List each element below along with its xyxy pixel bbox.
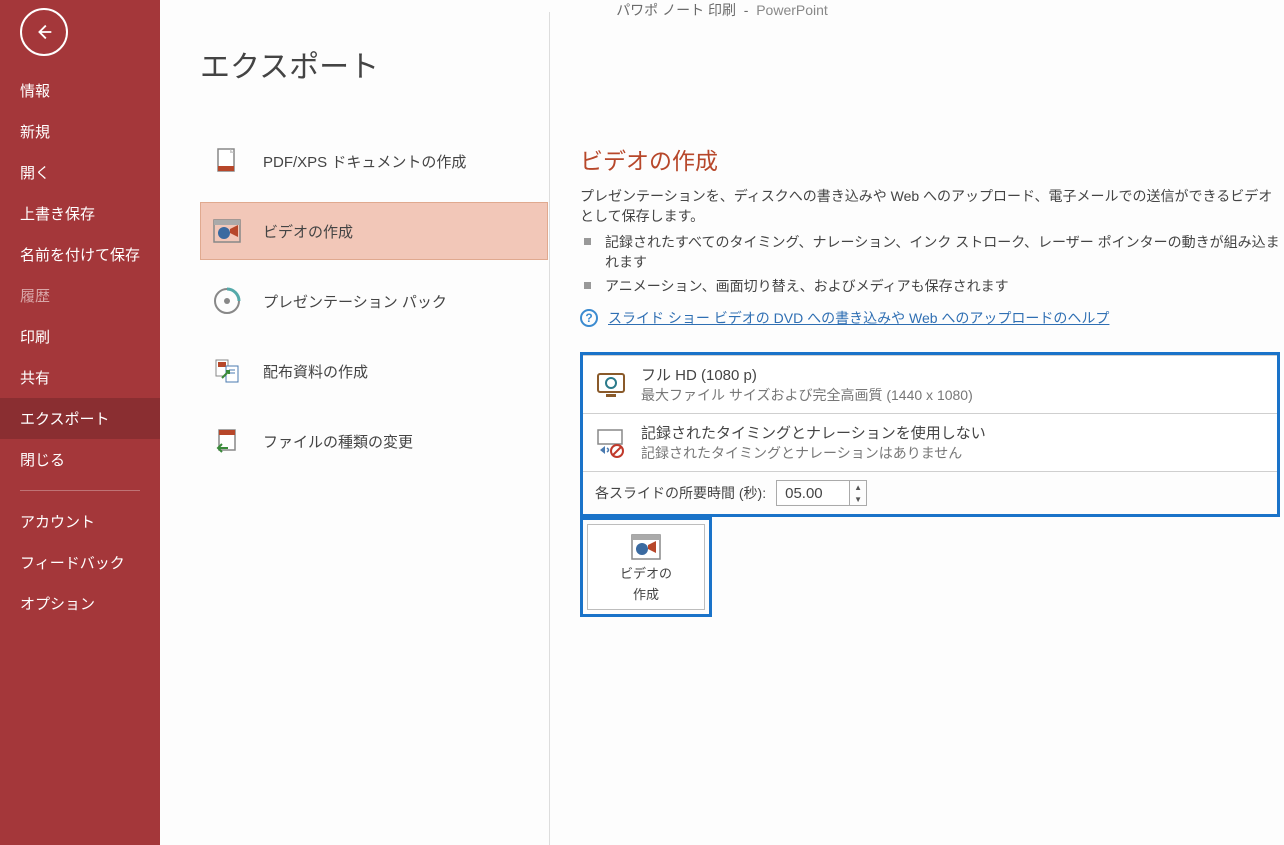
create-video-label-1: ビデオの <box>620 563 672 582</box>
export-option[interactable]: プレゼンテーション パック <box>200 272 548 330</box>
detail-title: ビデオの作成 <box>580 142 1284 176</box>
timing-label: 各スライドの所要時間 (秒): <box>595 483 766 503</box>
title-bar: パワポ ノート 印刷 - PowerPoint <box>160 0 1284 10</box>
quality-subtitle: 最大ファイル サイズおよび完全高画質 (1440 x 1080) <box>641 385 973 405</box>
nav-item[interactable]: オプション <box>0 583 160 624</box>
export-option-label: プレゼンテーション パック <box>263 291 447 312</box>
nav-item: 履歴 <box>0 275 160 316</box>
narration-icon <box>595 427 627 459</box>
help-icon: ? <box>580 309 598 327</box>
bullet-icon <box>584 282 591 289</box>
detail-bullet: 記録されたすべてのタイミング、ナレーション、インク ストローク、レーザー ポイン… <box>584 232 1284 272</box>
video-file-icon <box>628 533 664 561</box>
create-video-highlight: ビデオの 作成 <box>580 517 712 617</box>
export-options-column: エクスポート PDF/XPS ドキュメントの作成ビデオの作成プレゼンテーション … <box>160 12 550 845</box>
nav-item[interactable]: 共有 <box>0 357 160 398</box>
cd-icon <box>211 285 243 317</box>
handout-icon <box>211 355 243 387</box>
nav-item[interactable]: 印刷 <box>0 316 160 357</box>
export-option[interactable]: ビデオの作成 <box>200 202 548 260</box>
monitor-icon <box>595 369 627 401</box>
nav-item[interactable]: 開く <box>0 152 160 193</box>
nav-item[interactable]: フィードバック <box>0 542 160 583</box>
narration-title: 記録されたタイミングとナレーションを使用しない <box>641 422 986 443</box>
export-option[interactable]: ファイルの種類の変更 <box>200 412 548 470</box>
video-icon <box>211 215 243 247</box>
export-option-label: 配布資料の作成 <box>263 361 368 382</box>
pdf-icon <box>211 145 243 177</box>
nav-item[interactable]: アカウント <box>0 501 160 542</box>
filetype-icon <box>211 425 243 457</box>
timing-spinner[interactable]: ▲ ▼ <box>776 480 867 506</box>
export-option-label: ビデオの作成 <box>263 221 353 242</box>
nav-item[interactable]: 名前を付けて保存 <box>0 234 160 275</box>
detail-panel: ビデオの作成 プレゼンテーションを、ディスクへの書き込みや Web へのアップロ… <box>550 12 1284 845</box>
nav-item[interactable]: 閉じる <box>0 439 160 480</box>
detail-bullet: アニメーション、画面切り替え、およびメディアも保存されます <box>584 276 1284 296</box>
arrow-left-icon <box>33 21 55 43</box>
page-title: エクスポート <box>200 42 549 86</box>
create-video-button[interactable]: ビデオの 作成 <box>587 524 705 610</box>
backstage-sidebar: 情報新規開く上書き保存名前を付けて保存履歴印刷共有エクスポート閉じる アカウント… <box>0 0 160 845</box>
nav-item[interactable]: 新規 <box>0 111 160 152</box>
detail-description: プレゼンテーションを、ディスクへの書き込みや Web へのアップロード、電子メー… <box>580 186 1284 226</box>
narration-subtitle: 記録されたタイミングとナレーションはありません <box>641 443 986 463</box>
video-settings-highlight: フル HD (1080 p) 最大ファイル サイズおよび完全高画質 (1440 … <box>580 352 1280 517</box>
spin-down-button[interactable]: ▼ <box>850 493 866 505</box>
export-option[interactable]: PDF/XPS ドキュメントの作成 <box>200 132 548 190</box>
nav-item[interactable]: エクスポート <box>0 398 160 439</box>
timing-row: 各スライドの所要時間 (秒): ▲ ▼ <box>583 472 1277 514</box>
quality-title: フル HD (1080 p) <box>641 364 973 385</box>
timing-input[interactable] <box>777 483 849 504</box>
help-link[interactable]: スライド ショー ビデオの DVD への書き込みや Web へのアップロードのヘ… <box>608 308 1109 328</box>
bullet-icon <box>584 238 591 245</box>
narration-dropdown[interactable]: 記録されたタイミングとナレーションを使用しない 記録されたタイミングとナレーショ… <box>583 414 1277 472</box>
nav-separator <box>20 490 140 491</box>
export-option-label: PDF/XPS ドキュメントの作成 <box>263 151 466 172</box>
spin-up-button[interactable]: ▲ <box>850 481 866 493</box>
export-option[interactable]: 配布資料の作成 <box>200 342 548 400</box>
nav-item[interactable]: 上書き保存 <box>0 193 160 234</box>
nav-item[interactable]: 情報 <box>0 70 160 111</box>
back-button[interactable] <box>20 8 68 56</box>
quality-dropdown[interactable]: フル HD (1080 p) 最大ファイル サイズおよび完全高画質 (1440 … <box>583 355 1277 414</box>
export-option-label: ファイルの種類の変更 <box>263 431 413 452</box>
create-video-label-2: 作成 <box>633 584 659 603</box>
